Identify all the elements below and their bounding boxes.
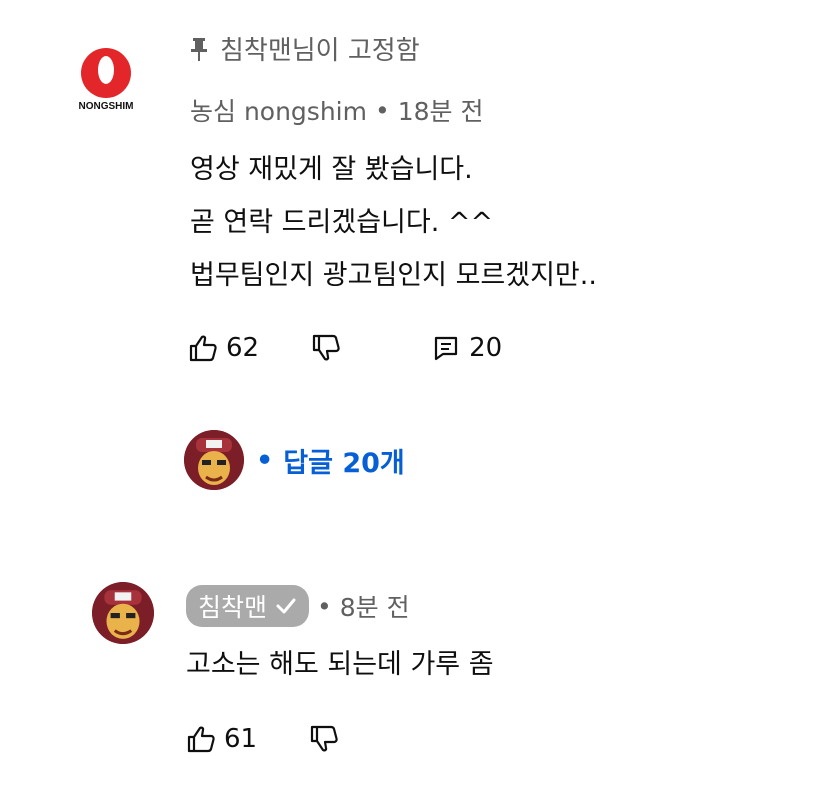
reply-time[interactable]: 8분 전 [340,588,410,624]
pinned-label: 침착맨님이 고정함 [190,30,420,67]
comment-time[interactable]: 18분 전 [398,92,484,128]
thumbs-down-icon[interactable] [309,724,339,754]
checkmark-icon [276,598,296,614]
meta-separator: • [374,95,390,125]
creator-badge[interactable]: 침착맨 [186,585,310,627]
comment-meta: 농심 nongshim • 18분 전 [190,92,484,128]
reply-meta: 침착맨 • 8분 전 [186,585,410,627]
replies-row[interactable]: • 답글 20개 [184,430,405,490]
reply-author-name: 침착맨 [198,593,268,622]
author-name[interactable]: 농심 nongshim [190,92,367,128]
comment-actions: 62 20 [188,333,502,363]
nongshim-logo-avatar[interactable]: NONGSHIM [70,48,142,116]
reply-author-avatar[interactable] [92,582,154,644]
pinned-text: 침착맨님이 고정함 [220,36,420,66]
comment-line-3: 법무팀인지 광고팀인지 모르겠지만.. [190,260,597,291]
view-replies-link[interactable]: • 답글 20개 [256,441,405,480]
like-count: 62 [226,333,260,363]
comment-line-1: 영상 재밌게 잘 봤습니다. [190,154,473,185]
reply-text: 고소는 해도 되는데 가루 좀 [186,649,494,680]
link-bullet: • [256,444,274,476]
view-replies-label: 답글 20개 [283,447,405,479]
pin-icon [191,37,207,61]
reply-like-count: 61 [224,724,258,754]
reply-icon[interactable] [433,335,459,361]
reply-count: 20 [469,333,503,363]
logo-text: NONGSHIM [78,101,134,112]
comment-line-2: 곧 연락 드리겠습니다. ^^ [190,207,494,238]
thumbs-up-icon[interactable] [186,724,216,754]
thumbs-down-icon[interactable] [311,333,341,363]
channel-avatar-small [184,430,244,490]
meta-separator: • [317,591,332,621]
logo-mark [81,48,131,98]
reply-actions: 61 [186,724,339,754]
thumbs-up-icon[interactable] [188,333,218,363]
